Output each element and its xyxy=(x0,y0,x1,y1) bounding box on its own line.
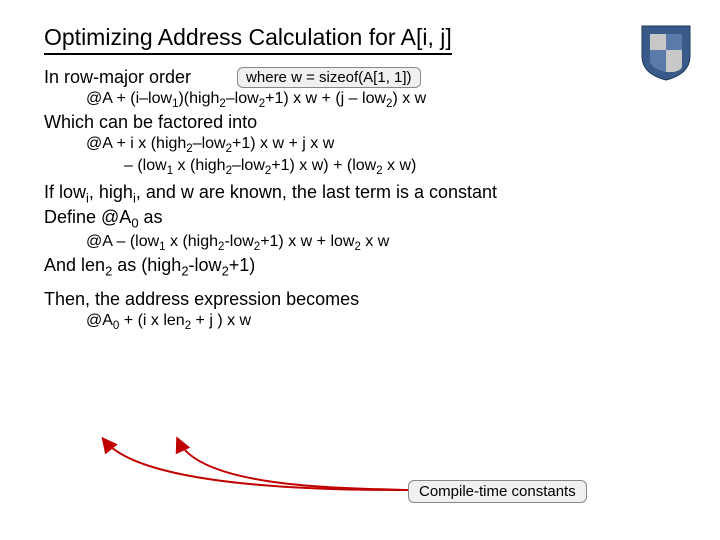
compile-time-constants-box: Compile-time constants xyxy=(408,480,587,503)
formula-3: @A – (low1 x (high2-low2+1) x w + low2 x… xyxy=(44,233,676,253)
then-intro: Then, the address expression becomes xyxy=(44,289,676,310)
final-formula: @A0 + (i x len2 + j ) x w xyxy=(44,312,676,332)
slide-title: Optimizing Address Calculation for A[i, … xyxy=(44,24,452,55)
formula-2a: @A + i x (high2–low2+1) x w + j x w xyxy=(44,135,676,155)
shield-logo-icon xyxy=(640,22,692,82)
arrow-to-a0-icon xyxy=(84,430,424,500)
define-a0-line: Define @A0 as xyxy=(44,207,676,231)
where-note-box: where w = sizeof(A[1, 1]) xyxy=(237,67,420,88)
formula-1: @A + (i–low1)(high2–low2+1) x w + (j – l… xyxy=(44,90,676,110)
if-known-line: If lowi, highi, and w are known, the las… xyxy=(44,182,676,206)
factored-intro: Which can be factored into xyxy=(44,112,676,133)
formula-2b: – (low1 x (high2–low2+1) x w) + (low2 x … xyxy=(44,157,676,177)
row-major-label: In row-major order xyxy=(44,67,191,88)
arrow-to-len2-icon xyxy=(160,430,420,500)
and-len-line: And len2 as (high2-low2+1) xyxy=(44,255,676,279)
